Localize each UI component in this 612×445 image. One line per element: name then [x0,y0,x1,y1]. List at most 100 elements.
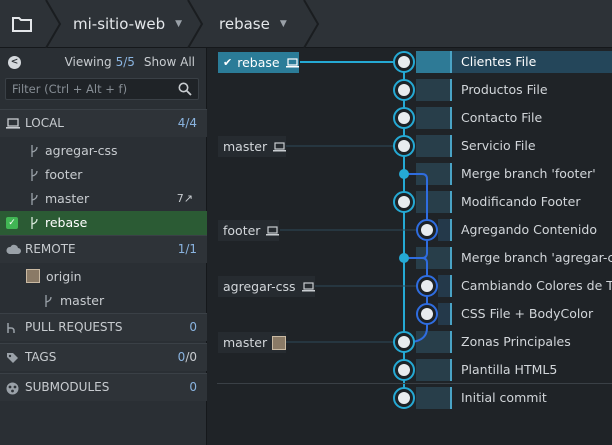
toolbar-separator [45,0,62,48]
search-icon [178,82,192,96]
ref-label-footer[interactable]: footer [218,220,280,241]
commit-node[interactable] [393,51,415,73]
checkmark-icon: ✓ [6,217,18,229]
divider [217,383,612,384]
branch-label: master [60,293,105,308]
commit-row[interactable]: Merge branch 'footer' [450,163,612,185]
remote-section-header[interactable]: REMOTE 1/1 [0,235,207,263]
remote-item-origin[interactable]: origin [0,265,207,289]
local-section-header[interactable]: LOCAL 4/4 [0,109,207,137]
tags-total: /0 [185,350,197,364]
ref-name: footer [223,223,261,238]
avatar [398,336,410,348]
repo-selector[interactable]: mi-sitio-web ▼ [73,0,182,48]
local-label: LOCAL [25,116,64,130]
ref-label-origin-master[interactable]: master [218,332,287,353]
laptop-icon [6,118,20,129]
viewing-label: Viewing [64,55,112,69]
ref-label-agregar-css[interactable]: agregar-css [218,276,315,297]
ref-label-master[interactable]: master [218,136,287,157]
tags-section-header[interactable]: TAGS 0/0 [0,343,207,371]
commit-node[interactable] [393,79,415,101]
commit-node[interactable] [416,303,438,325]
branch-label: agregar-css [45,143,118,158]
pull-requests-section-header[interactable]: PULL REQUESTS 0 [0,313,207,341]
commit-row-selected[interactable]: Clientes File [450,51,612,73]
branch-selector[interactable]: rebase ▼ [219,0,287,48]
commit-row[interactable]: Productos File [450,79,612,101]
toolbar-separator [187,0,204,48]
commit-node[interactable] [393,191,415,213]
laptop-icon [266,225,280,235]
commit-row[interactable]: Contacto File [450,107,612,129]
chevron-down-icon: ▼ [279,19,287,29]
commit-node[interactable] [393,387,415,409]
branch-icon [45,295,52,307]
avatar [398,140,410,152]
ref-name: agregar-css [223,279,296,294]
chevron-down-icon: ▼ [175,19,183,29]
commit-row[interactable]: Zonas Principales [450,331,612,353]
submodules-section-header[interactable]: SUBMODULES 0 [0,373,207,401]
pull-request-icon [7,323,15,333]
commit-node[interactable] [393,359,415,381]
commit-node[interactable] [416,219,438,241]
viewing-count: 5/5 [115,55,135,69]
show-all-button[interactable]: Show All [144,55,195,69]
ref-name: rebase [237,55,280,70]
commit-row[interactable]: Cambiando Colores de Texto [450,275,612,297]
branch-item-footer[interactable]: footer [0,163,207,187]
tag-icon [7,353,18,363]
commit-row[interactable]: Merge branch 'agregar-css' [450,247,612,269]
avatar [421,280,433,292]
toolbar-separator [303,0,320,48]
commit-row[interactable]: Plantilla HTML5 [450,359,612,381]
branch-icon [31,145,38,157]
branch-item-agregar-css[interactable]: agregar-css [0,139,207,163]
submodule-icon [6,382,19,395]
commit-row[interactable]: CSS File + BodyColor [450,303,612,325]
branch-item-master[interactable]: master 7↗ [0,187,207,211]
avatar [398,392,410,404]
avatar [398,112,410,124]
avatar [272,335,287,350]
ref-name: master [223,335,268,350]
commit-node[interactable] [393,331,415,353]
laptop-icon [285,57,299,67]
branch-label: rebase [45,215,88,230]
top-toolbar: mi-sitio-web ▼ rebase ▼ [0,0,612,48]
filter-box [5,78,199,100]
remote-label: REMOTE [25,242,76,256]
branch-item-rebase[interactable]: ✓ rebase [0,211,207,235]
merge-node[interactable] [399,253,409,263]
merge-node[interactable] [399,169,409,179]
avatar [421,308,433,320]
repo-name: mi-sitio-web [73,15,166,33]
commit-node[interactable] [393,135,415,157]
cloud-icon [6,244,21,254]
filter-input[interactable] [12,81,172,97]
commit-graph: ✔ rebase master footer agregar-css maste… [208,48,612,445]
pull-requests-count: 0 [189,320,197,334]
collapse-panel-icon[interactable]: < [8,56,21,69]
pull-requests-label: PULL REQUESTS [25,320,123,334]
commit-node[interactable] [393,107,415,129]
branch-icon [31,217,38,229]
avatar [421,224,433,236]
submodules-count: 0 [189,380,197,394]
local-count: 4/4 [177,116,197,130]
gitkraken-window: mi-sitio-web ▼ rebase ▼ < Viewing 5/5 Show… [0,0,612,445]
commit-row[interactable]: Modificando Footer [450,191,612,213]
ref-name: master [223,139,268,154]
folder-icon [12,17,32,32]
commit-node[interactable] [416,275,438,297]
commit-row[interactable]: Servicio File [450,135,612,157]
remote-branch-master[interactable]: master [0,289,207,313]
avatar [398,56,410,68]
open-repo-button[interactable] [0,0,44,48]
commit-row[interactable]: Initial commit [450,387,612,409]
ref-label-rebase[interactable]: ✔ rebase [218,52,299,73]
submodules-label: SUBMODULES [25,380,110,394]
branch-icon [31,169,38,181]
commit-row[interactable]: Agregando Contenido [450,219,612,241]
